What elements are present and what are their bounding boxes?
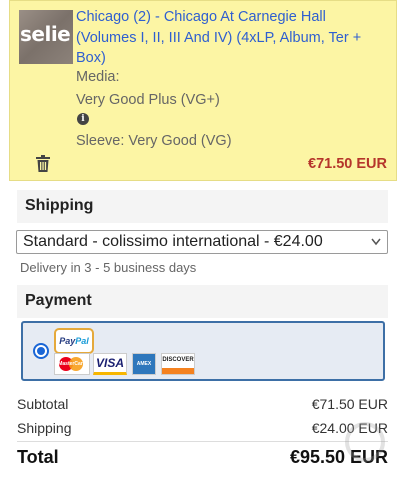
shipping-heading: Shipping — [17, 190, 388, 223]
discover-logo: DISCOVER — [161, 353, 195, 375]
item-price: €71.50 EUR — [308, 156, 387, 172]
payment-radio[interactable] — [33, 343, 49, 359]
amex-logo: AMEX — [132, 353, 156, 375]
item-title: Chicago (2) - Chicago At Carnegie Hall (… — [76, 7, 386, 69]
shipping-method-select[interactable]: Standard - colissimo international - €24… — [16, 230, 388, 254]
payment-heading: Payment — [17, 285, 388, 318]
cart-item-card: selie Chicago (2) - Chicago At Carnegie … — [9, 0, 397, 181]
album-thumbnail[interactable]: selie — [19, 10, 73, 64]
subtotal-value: €71.50 EUR — [311, 396, 388, 412]
mastercard-logo: MasterCard — [54, 353, 90, 375]
shipping-cost-row: Shipping €24.00 EUR — [17, 420, 388, 436]
media-label: Media: — [76, 69, 120, 85]
shipping-cost-label: Shipping — [17, 420, 72, 436]
item-title-link[interactable]: Chicago (2) - Chicago At Carnegie Hall (… — [76, 9, 361, 66]
total-row: Total €95.50 EUR — [17, 447, 388, 468]
watermark-logo — [345, 422, 385, 462]
info-icon[interactable]: i — [77, 113, 89, 125]
subtotal-label: Subtotal — [17, 396, 69, 412]
trash-icon[interactable] — [35, 155, 51, 173]
sleeve-condition: Sleeve: Very Good (VG) — [76, 133, 232, 149]
paypal-logo: PayPal — [54, 328, 94, 354]
payment-option-paypal[interactable]: PayPal MasterCard VISA AMEX DISCOVER — [21, 321, 385, 381]
shipping-method-value: Standard - colissimo international - €24… — [23, 233, 323, 250]
total-label: Total — [17, 447, 59, 467]
delivery-estimate: Delivery in 3 - 5 business days — [20, 260, 197, 275]
media-condition: Very Good Plus (VG+) — [76, 92, 220, 108]
visa-logo: VISA — [93, 353, 127, 375]
chevron-down-icon — [371, 238, 381, 246]
summary-divider — [17, 441, 388, 442]
subtotal-row: Subtotal €71.50 EUR — [17, 396, 388, 412]
thumbnail-text: selie — [20, 22, 71, 46]
